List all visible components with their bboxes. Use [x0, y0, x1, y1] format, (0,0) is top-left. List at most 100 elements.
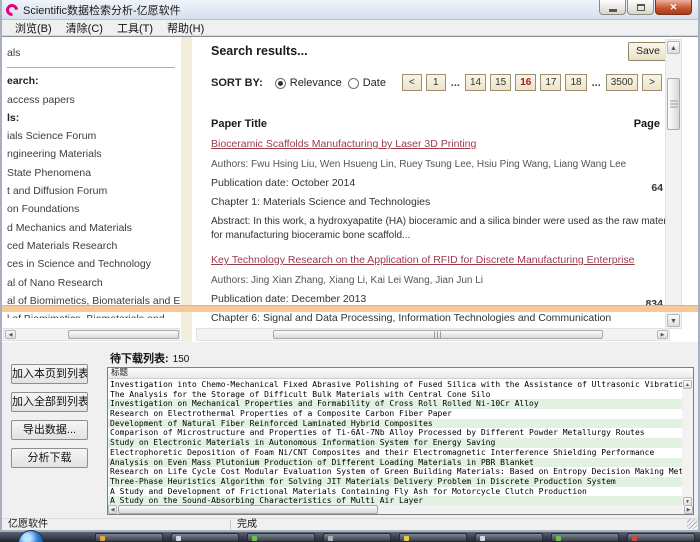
download-list-row[interactable]: A Study and Development of Frictional Ma…: [108, 487, 683, 497]
scroll-left-icon[interactable]: ◀: [108, 505, 117, 514]
results-vscroll-thumb[interactable]: [667, 78, 680, 130]
sidebar-item[interactable]: ls:: [7, 109, 181, 127]
results-hscroll-thumb[interactable]: [273, 330, 603, 339]
download-list-row[interactable]: Research on Electrothermal Properties of…: [108, 409, 683, 419]
radio-date-label[interactable]: Date: [363, 77, 386, 89]
paper-title-link[interactable]: Key Technology Research on the Applicati…: [211, 253, 683, 267]
sidebar-item[interactable]: ces in Science and Technology: [7, 255, 181, 273]
pagination-button[interactable]: <: [402, 74, 422, 91]
taskbar-button[interactable]: [475, 533, 543, 542]
radio-date[interactable]: [348, 78, 359, 89]
sidebar-item[interactable]: ials Science Forum: [7, 127, 181, 145]
minimize-button[interactable]: [599, 0, 626, 15]
scroll-up-icon[interactable]: ▲: [683, 380, 692, 389]
menu-item[interactable]: 帮助(H): [160, 19, 211, 37]
paper-title-link[interactable]: Bioceramic Scaffolds Manufacturing by La…: [211, 137, 683, 151]
download-action-button[interactable]: 分析下载: [11, 448, 88, 468]
app-window: Scientific数据检索分析-亿愿软件 ✕ 浏览(B)清除(C)工具(T)帮…: [0, 0, 700, 532]
paper-list: Bioceramic Scaffolds Manufacturing by La…: [211, 137, 683, 324]
download-action-button[interactable]: 加入全部到列表: [11, 392, 88, 412]
sidebar-item[interactable]: State Phenomena: [7, 164, 181, 182]
sidebar-item[interactable]: on Foundations: [7, 200, 181, 218]
sort-bar: SORT BY: Relevance Date: [211, 77, 386, 89]
download-list-label: 待下载列表:150: [110, 350, 189, 366]
statusbar: 亿愿软件 完成: [2, 518, 698, 530]
download-list-row[interactable]: Study on Electronic Materials in Autonom…: [108, 438, 683, 448]
panel-splitter[interactable]: [2, 305, 698, 312]
sidebar-item[interactable]: t and Diffusion Forum: [7, 182, 181, 200]
menu-item[interactable]: 清除(C): [59, 19, 110, 37]
pagination-button[interactable]: 16: [515, 74, 536, 91]
scroll-up-icon[interactable]: ▲: [667, 41, 680, 54]
menu-item[interactable]: 浏览(B): [8, 19, 59, 37]
pagination-button[interactable]: 15: [490, 74, 511, 91]
download-list-row[interactable]: Analysis on Even Mass Plutonium Producti…: [108, 458, 683, 468]
sidebar-item[interactable]: al of Nano Research: [7, 274, 181, 292]
column-paper-title: Paper Title: [211, 118, 267, 130]
results-horizontal-scrollbar[interactable]: ▶: [196, 328, 670, 341]
download-action-button[interactable]: 导出数据...: [11, 420, 88, 440]
start-button[interactable]: [18, 530, 44, 542]
download-action-button[interactable]: 加入本页到列表: [11, 364, 88, 384]
download-list-row[interactable]: Investigation on Mechanical Properties a…: [108, 399, 683, 409]
pagination-button[interactable]: 3500: [606, 74, 638, 91]
taskbar-button[interactable]: [323, 533, 391, 542]
paper-chapter: Chapter 6: Signal and Data Processing, I…: [211, 312, 683, 324]
sidebar-item[interactable]: als: [7, 44, 181, 62]
taskbar-app-icon: [100, 536, 105, 541]
pagination-button[interactable]: >: [642, 74, 662, 91]
pagination-button[interactable]: 18: [565, 74, 586, 91]
results-vertical-scrollbar[interactable]: ▲ ▼: [665, 39, 682, 329]
taskbar-button[interactable]: [171, 533, 239, 542]
list-column-header[interactable]: 标题: [108, 368, 693, 379]
taskbar-button[interactable]: [627, 533, 695, 542]
download-list-row[interactable]: Three-Phase Heuristics Algorithm for Sol…: [108, 477, 683, 487]
download-list-row[interactable]: Comparison of Microstructure and Propert…: [108, 428, 683, 438]
sidebar-item[interactable]: d Mechanics and Materials: [7, 219, 181, 237]
sidebar-item[interactable]: earch:: [7, 72, 181, 90]
download-list-row[interactable]: Research on Life Cycle Cost Modular Eval…: [108, 467, 683, 477]
maximize-button[interactable]: [627, 0, 654, 15]
sidebar-item[interactable]: ced Materials Research: [7, 237, 181, 255]
menu-item[interactable]: 工具(T): [110, 19, 160, 37]
taskbar-button[interactable]: [95, 533, 163, 542]
scroll-right-icon[interactable]: ▶: [684, 505, 693, 514]
download-list-row[interactable]: Development of Natural Fiber Reinforced …: [108, 419, 683, 429]
taskbar-button[interactable]: [247, 533, 315, 542]
list-vertical-scrollbar[interactable]: ▲ ▼: [682, 380, 693, 506]
sidebar-item[interactable]: ngineering Materials: [7, 145, 181, 163]
sidebar-item[interactable]: access papers: [7, 91, 181, 109]
content-area: als earch:access papersls:ials Science Fo…: [2, 36, 698, 341]
resize-grip-icon[interactable]: [687, 519, 697, 529]
pagination-button[interactable]: 14: [465, 74, 486, 91]
close-icon: ✕: [670, 2, 678, 13]
scroll-down-icon[interactable]: ▼: [667, 314, 680, 327]
download-list-row[interactable]: Investigation into Chemo-Mechanical Fixe…: [108, 380, 683, 390]
sidebar-hscroll-thumb[interactable]: [68, 330, 179, 339]
download-panel: 加入本页到列表加入全部到列表导出数据... 分析下载 待下载列表:150 标题 I…: [2, 347, 698, 518]
scroll-left-icon[interactable]: ◀: [5, 330, 16, 339]
radio-relevance-label[interactable]: Relevance: [290, 77, 342, 89]
download-list-row[interactable]: Electrophoretic Deposition of Foam Ni/CN…: [108, 448, 683, 458]
paper-page-number: 64: [651, 182, 663, 194]
sidebar-horizontal-scrollbar[interactable]: ◀: [3, 328, 180, 341]
paper-abstract: Abstract: In this work, a hydroxyapatite…: [211, 215, 687, 243]
download-rows: Investigation into Chemo-Mechanical Fixe…: [108, 380, 683, 506]
scroll-right-icon[interactable]: ▶: [657, 330, 668, 339]
pagination-button[interactable]: 1: [426, 74, 446, 91]
close-button[interactable]: ✕: [655, 0, 692, 15]
titlebar[interactable]: Scientific数据检索分析-亿愿软件 ✕: [2, 0, 698, 20]
taskbar-button[interactable]: [399, 533, 467, 542]
pagination-ellipsis: ...: [591, 77, 602, 89]
paper-chapter: Chapter 1: Materials Science and Technol…: [211, 196, 683, 208]
download-listbox: 标题 Investigation into Chemo-Mechanical F…: [107, 367, 694, 515]
list-horizontal-scrollbar[interactable]: ◀ ▶: [108, 505, 693, 514]
download-list-row[interactable]: The Analysis for the Storage of Difficul…: [108, 390, 683, 400]
taskbar-button[interactable]: [551, 533, 619, 542]
radio-relevance[interactable]: [275, 78, 286, 89]
taskbar-app-icon: [632, 536, 637, 541]
list-hscroll-thumb[interactable]: [118, 505, 378, 514]
pagination-button[interactable]: 17: [540, 74, 561, 91]
screen: Scientific数据检索分析-亿愿软件 ✕ 浏览(B)清除(C)工具(T)帮…: [0, 0, 700, 542]
save-button[interactable]: Save: [628, 42, 668, 61]
